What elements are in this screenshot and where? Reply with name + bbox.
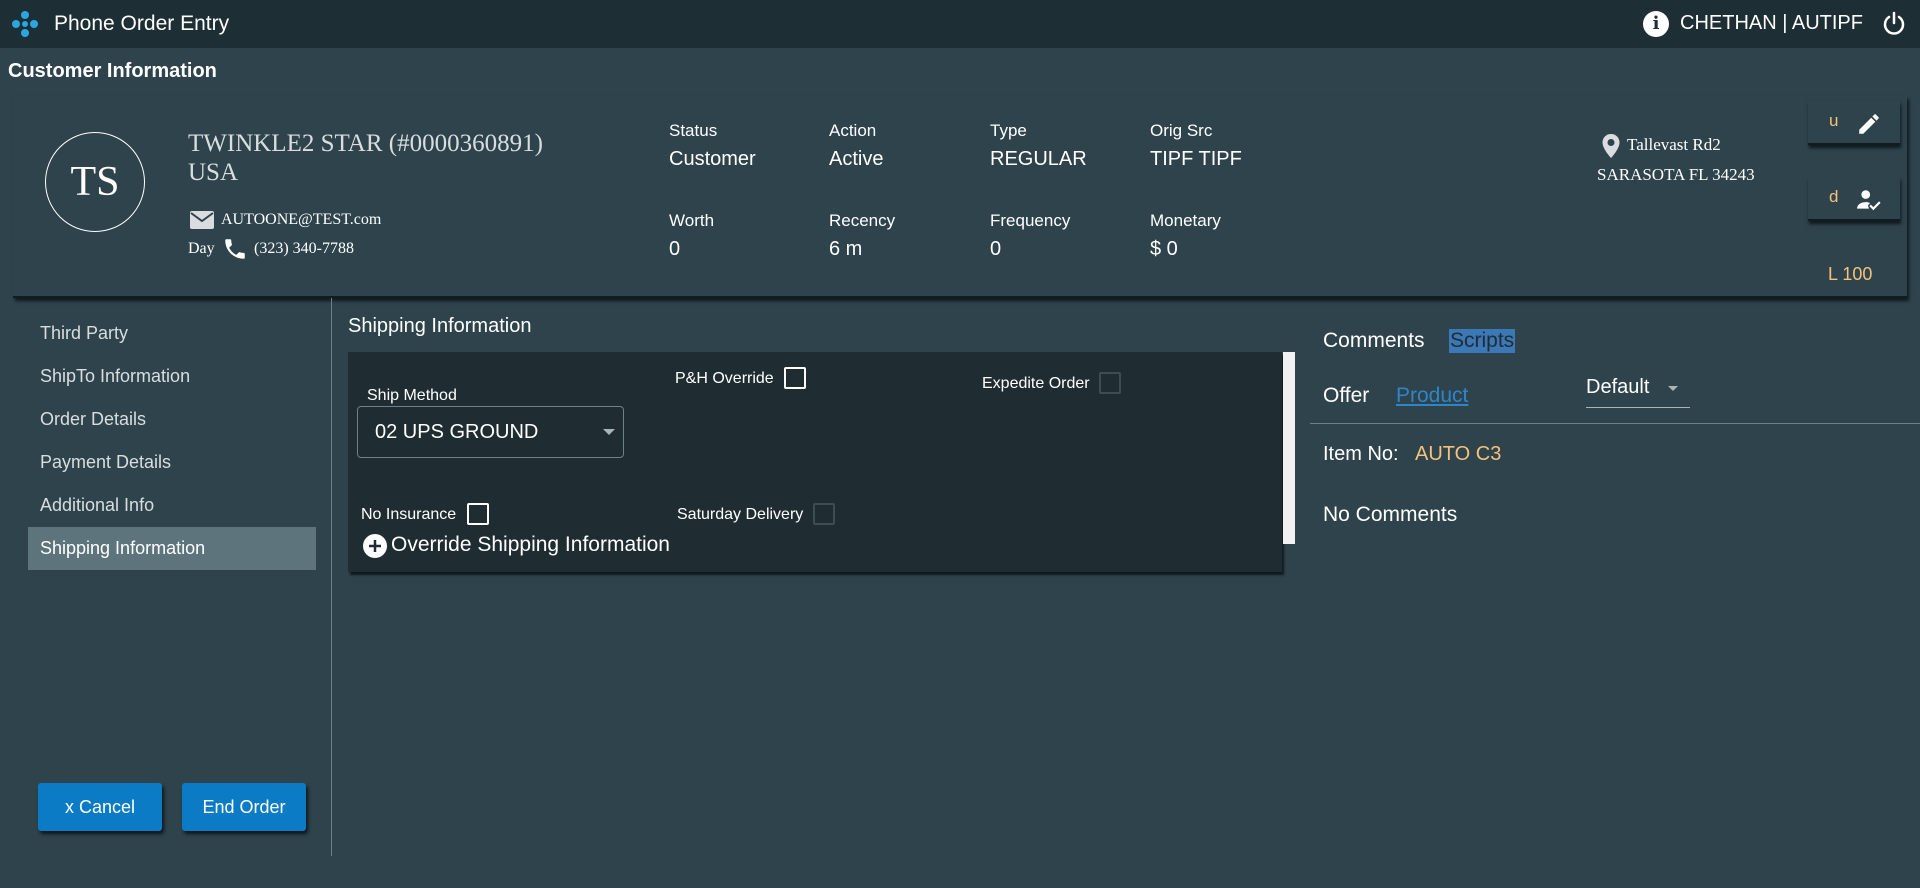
shipping-title: Shipping Information (348, 315, 532, 337)
customer-name: TWINKLE2 STAR (#0000360891) (188, 130, 543, 157)
stat-status-value: Customer (669, 148, 756, 170)
override-shipping-link[interactable]: Override Shipping Information (391, 533, 670, 557)
verify-button-label: d (1829, 187, 1839, 206)
saturday-delivery-checkbox[interactable] (813, 503, 835, 525)
default-select[interactable]: Default (1586, 374, 1690, 408)
ship-method-value: 02 UPS GROUND (375, 421, 539, 443)
stat-action-label: Action (829, 121, 877, 140)
customer-card (13, 96, 1907, 298)
default-select-value: Default (1586, 376, 1650, 398)
location-pin-icon (1602, 134, 1620, 158)
ship-method-label: Ship Method (367, 387, 457, 404)
stat-worth-label: Worth (669, 211, 715, 230)
stat-monetary-value: $ 0 (1150, 238, 1178, 260)
avatar: TS (45, 132, 145, 232)
tab-scripts[interactable]: Scripts (1449, 329, 1516, 353)
product-link[interactable]: Product (1396, 384, 1468, 408)
customer-level: L 100 (1828, 264, 1873, 284)
cancel-button[interactable]: x Cancel (38, 783, 162, 831)
customer-country: USA (188, 159, 239, 186)
ship-method-select[interactable]: 02 UPS GROUND (357, 406, 624, 458)
app-logo-icon (12, 11, 38, 37)
edit-customer-button[interactable]: u (1808, 101, 1900, 145)
address-line2: SARASOTA FL 34243 (1597, 165, 1755, 184)
no-insurance-label: No Insurance (361, 506, 457, 523)
stat-origsrc-label: Orig Src (1150, 121, 1213, 140)
stat-type-value: REGULAR (990, 148, 1087, 170)
app-title: Phone Order Entry (54, 12, 230, 35)
offer-label: Offer (1323, 384, 1370, 407)
expedite-order-label: Expedite Order (982, 375, 1090, 392)
top-bar: Phone Order Entry i CHETHAN | AUTIPF (0, 0, 1920, 48)
end-order-button[interactable]: End Order (182, 783, 306, 831)
item-no-label: Item No: (1323, 443, 1399, 465)
pencil-icon (1859, 114, 1879, 134)
tab-comments[interactable]: Comments (1323, 329, 1425, 353)
sidebar-item-additional-info[interactable]: Additional Info (28, 484, 316, 527)
scrollbar[interactable] (1283, 352, 1295, 544)
stat-frequency-label: Frequency (990, 211, 1071, 230)
stat-monetary-label: Monetary (1150, 211, 1221, 230)
ph-override-label: P&H Override (675, 370, 774, 387)
stat-origsrc-value: TIPF TIPF (1150, 148, 1242, 170)
chevron-down-icon (1668, 386, 1678, 391)
sidebar-item-payment-details[interactable]: Payment Details (28, 441, 316, 484)
sidebar-item-shipto-information[interactable]: ShipTo Information (28, 355, 316, 398)
expedite-order-checkbox[interactable] (1099, 372, 1121, 394)
sidebar-divider (331, 298, 332, 856)
plus-circle-icon[interactable] (362, 533, 388, 559)
no-comments-text: No Comments (1323, 503, 1458, 526)
stat-recency-label: Recency (829, 211, 896, 230)
stat-frequency-value: 0 (990, 238, 1002, 260)
verify-customer-button[interactable]: d (1808, 177, 1900, 221)
section-title: Customer Information (8, 60, 217, 82)
item-no-value: AUTO C3 (1415, 443, 1502, 465)
comments-divider (1310, 423, 1920, 424)
phone-icon (225, 239, 245, 259)
stat-worth-value: 0 (669, 238, 681, 260)
customer-email: AUTOONE@TEST.com (221, 211, 382, 228)
user-label: CHETHAN | AUTIPF (1680, 12, 1863, 34)
no-insurance-checkbox[interactable] (467, 503, 489, 525)
sidebar-item-third-party[interactable]: Third Party (28, 312, 316, 355)
stat-action-value: Active (829, 148, 884, 170)
sidebar-item-shipping-information[interactable]: Shipping Information (28, 527, 316, 570)
address-line1: Tallevast Rd2 (1627, 135, 1721, 154)
sidebar-item-order-details[interactable]: Order Details (28, 398, 316, 441)
ph-override-checkbox[interactable] (784, 367, 806, 389)
info-icon[interactable]: i (1643, 11, 1669, 37)
saturday-delivery-label: Saturday Delivery (677, 506, 804, 523)
stat-type-label: Type (990, 121, 1027, 140)
stat-status-label: Status (669, 121, 718, 140)
user-check-icon (1857, 190, 1881, 211)
stat-recency-value: 6 m (829, 238, 863, 260)
power-icon[interactable] (1880, 10, 1908, 38)
edit-button-label: u (1829, 111, 1839, 130)
chevron-down-icon (603, 429, 615, 435)
mail-icon (190, 211, 214, 229)
customer-phone: (323) 340-7788 (254, 240, 354, 257)
phone-type-label: Day (188, 240, 215, 257)
